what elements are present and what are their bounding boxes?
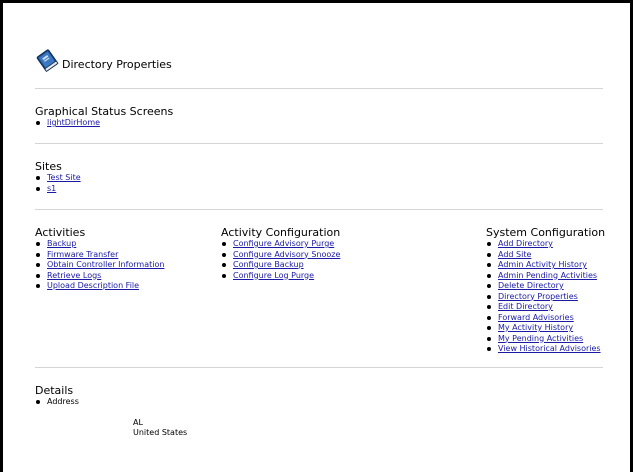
- system-link-admin-pending-activities[interactable]: Admin Pending Activities: [498, 271, 597, 280]
- list-item: lightDirHome: [35, 118, 100, 129]
- list-item: Obtain Controller Information: [35, 260, 164, 271]
- page-frame: Directory Properties Graphical Status Sc…: [0, 0, 633, 472]
- list-item: s1: [35, 184, 81, 195]
- address-state: AL: [133, 418, 143, 427]
- divider: [35, 209, 603, 210]
- details-list: Address: [35, 397, 79, 408]
- system-link-delete-directory[interactable]: Delete Directory: [498, 281, 564, 290]
- status-screen-link-lightdirhome[interactable]: lightDirHome: [47, 118, 100, 127]
- page-title: Directory Properties: [62, 58, 172, 71]
- system-link-add-site[interactable]: Add Site: [498, 250, 531, 259]
- list-item: Edit Directory: [486, 302, 601, 313]
- config-link-log-purge[interactable]: Configure Log Purge: [233, 271, 314, 280]
- divider: [35, 367, 603, 368]
- list-item: Configure Backup: [221, 260, 340, 271]
- system-link-my-activity-history[interactable]: My Activity History: [498, 323, 573, 332]
- config-link-advisory-snooze[interactable]: Configure Advisory Snooze: [233, 250, 340, 259]
- system-link-view-historical-advisories[interactable]: View Historical Advisories: [498, 344, 601, 353]
- system-link-directory-properties[interactable]: Directory Properties: [498, 292, 578, 301]
- list-item: Test Site: [35, 173, 81, 184]
- list-item: Configure Advisory Purge: [221, 239, 340, 250]
- divider: [35, 88, 603, 89]
- details-heading: Details: [35, 384, 74, 397]
- list-item: Forward Advisories: [486, 313, 601, 324]
- activities-list: Backup Firmware Transfer Obtain Controll…: [35, 239, 164, 292]
- divider: [35, 143, 603, 144]
- list-item: Configure Log Purge: [221, 271, 340, 282]
- sites-heading: Sites: [35, 160, 62, 173]
- site-link-s1[interactable]: s1: [47, 184, 56, 193]
- activity-configuration-list: Configure Advisory Purge Configure Advis…: [221, 239, 340, 281]
- list-item: My Activity History: [486, 323, 601, 334]
- list-item: My Pending Activities: [486, 334, 601, 345]
- list-item: Delete Directory: [486, 281, 601, 292]
- status-screens-list: lightDirHome: [35, 118, 100, 129]
- system-link-forward-advisories[interactable]: Forward Advisories: [498, 313, 574, 322]
- page-header: Directory Properties: [35, 48, 172, 72]
- details-address-label: Address: [35, 397, 79, 408]
- list-item: Upload Description File: [35, 281, 164, 292]
- activity-configuration-heading: Activity Configuration: [221, 226, 341, 239]
- system-configuration-list: Add Directory Add Site Admin Activity Hi…: [486, 239, 601, 355]
- system-configuration-heading: System Configuration: [486, 226, 606, 239]
- sites-list: Test Site s1: [35, 173, 81, 194]
- list-item: Backup: [35, 239, 164, 250]
- site-link-test-site[interactable]: Test Site: [47, 173, 81, 182]
- list-item: Firmware Transfer: [35, 250, 164, 261]
- directory-book-icon: [36, 49, 59, 72]
- list-item: View Historical Advisories: [486, 344, 601, 355]
- list-item: Configure Advisory Snooze: [221, 250, 340, 261]
- list-item: Add Site: [486, 250, 601, 261]
- activity-link-upload-description-file[interactable]: Upload Description File: [47, 281, 139, 290]
- system-link-edit-directory[interactable]: Edit Directory: [498, 302, 553, 311]
- system-link-admin-activity-history[interactable]: Admin Activity History: [498, 260, 587, 269]
- list-item: Add Directory: [486, 239, 601, 250]
- list-item: Admin Pending Activities: [486, 271, 601, 282]
- activity-link-firmware-transfer[interactable]: Firmware Transfer: [47, 250, 118, 259]
- list-item: Directory Properties: [486, 292, 601, 303]
- activity-link-obtain-controller-information[interactable]: Obtain Controller Information: [47, 260, 164, 269]
- list-item: Retrieve Logs: [35, 271, 164, 282]
- config-link-advisory-purge[interactable]: Configure Advisory Purge: [233, 239, 334, 248]
- system-link-my-pending-activities[interactable]: My Pending Activities: [498, 334, 583, 343]
- status-screens-heading: Graphical Status Screens: [35, 105, 174, 118]
- list-item: Admin Activity History: [486, 260, 601, 271]
- config-link-backup[interactable]: Configure Backup: [233, 260, 304, 269]
- activities-heading: Activities: [35, 226, 86, 239]
- activity-link-retrieve-logs[interactable]: Retrieve Logs: [47, 271, 101, 280]
- address-country: United States: [133, 428, 188, 437]
- activity-link-backup[interactable]: Backup: [47, 239, 76, 248]
- system-link-add-directory[interactable]: Add Directory: [498, 239, 553, 248]
